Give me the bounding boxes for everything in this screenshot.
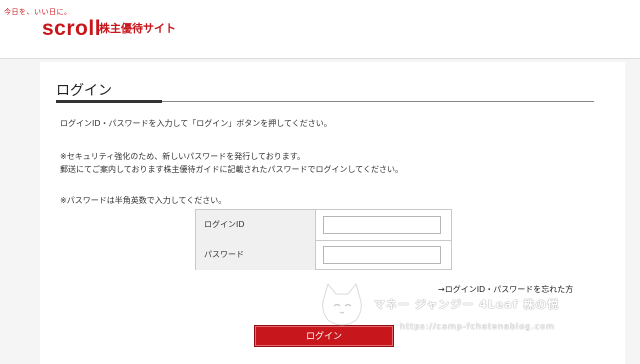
password-note: ※パスワードは半角英数で入力してください。 [60,196,227,205]
forgot-credentials-link[interactable]: →ログインID・パスワードを忘れた方 [438,284,573,295]
site-subtitle: 株主優待サイト [99,22,176,35]
instruction-text: ログインID・パスワードを入力して「ログイン」ボタンを押してください。 [60,119,332,128]
login-form: ログインID パスワード [195,209,452,270]
brand-logo[interactable]: scroll [42,17,101,41]
watermark-url: https://camp-fchatenablog.com [400,322,555,331]
security-note-1: ※セキュリティ強化のため、新しいパスワードを発行しております。 [60,152,305,161]
page-title: ログイン [56,83,112,99]
login-id-row: ログインID [196,210,451,241]
security-note-2: 郵送にてご案内しております株主優待ガイドに記載されたパスワードでログインしてくだ… [60,165,404,174]
password-label: パスワード [196,240,316,270]
login-id-input[interactable] [323,216,441,234]
tagline: 今日を、いい日に。 [4,8,72,16]
site-header: 今日を、いい日に。 scroll 株主優待サイト [0,0,640,59]
cat-watermark-icon [322,282,362,326]
password-row: パスワード [196,240,451,270]
title-underline [56,100,162,103]
password-input[interactable] [323,246,441,264]
login-id-label: ログインID [196,210,316,240]
watermark-text: マネー ジャンジー 4Leaf 株の悦 [374,298,560,311]
